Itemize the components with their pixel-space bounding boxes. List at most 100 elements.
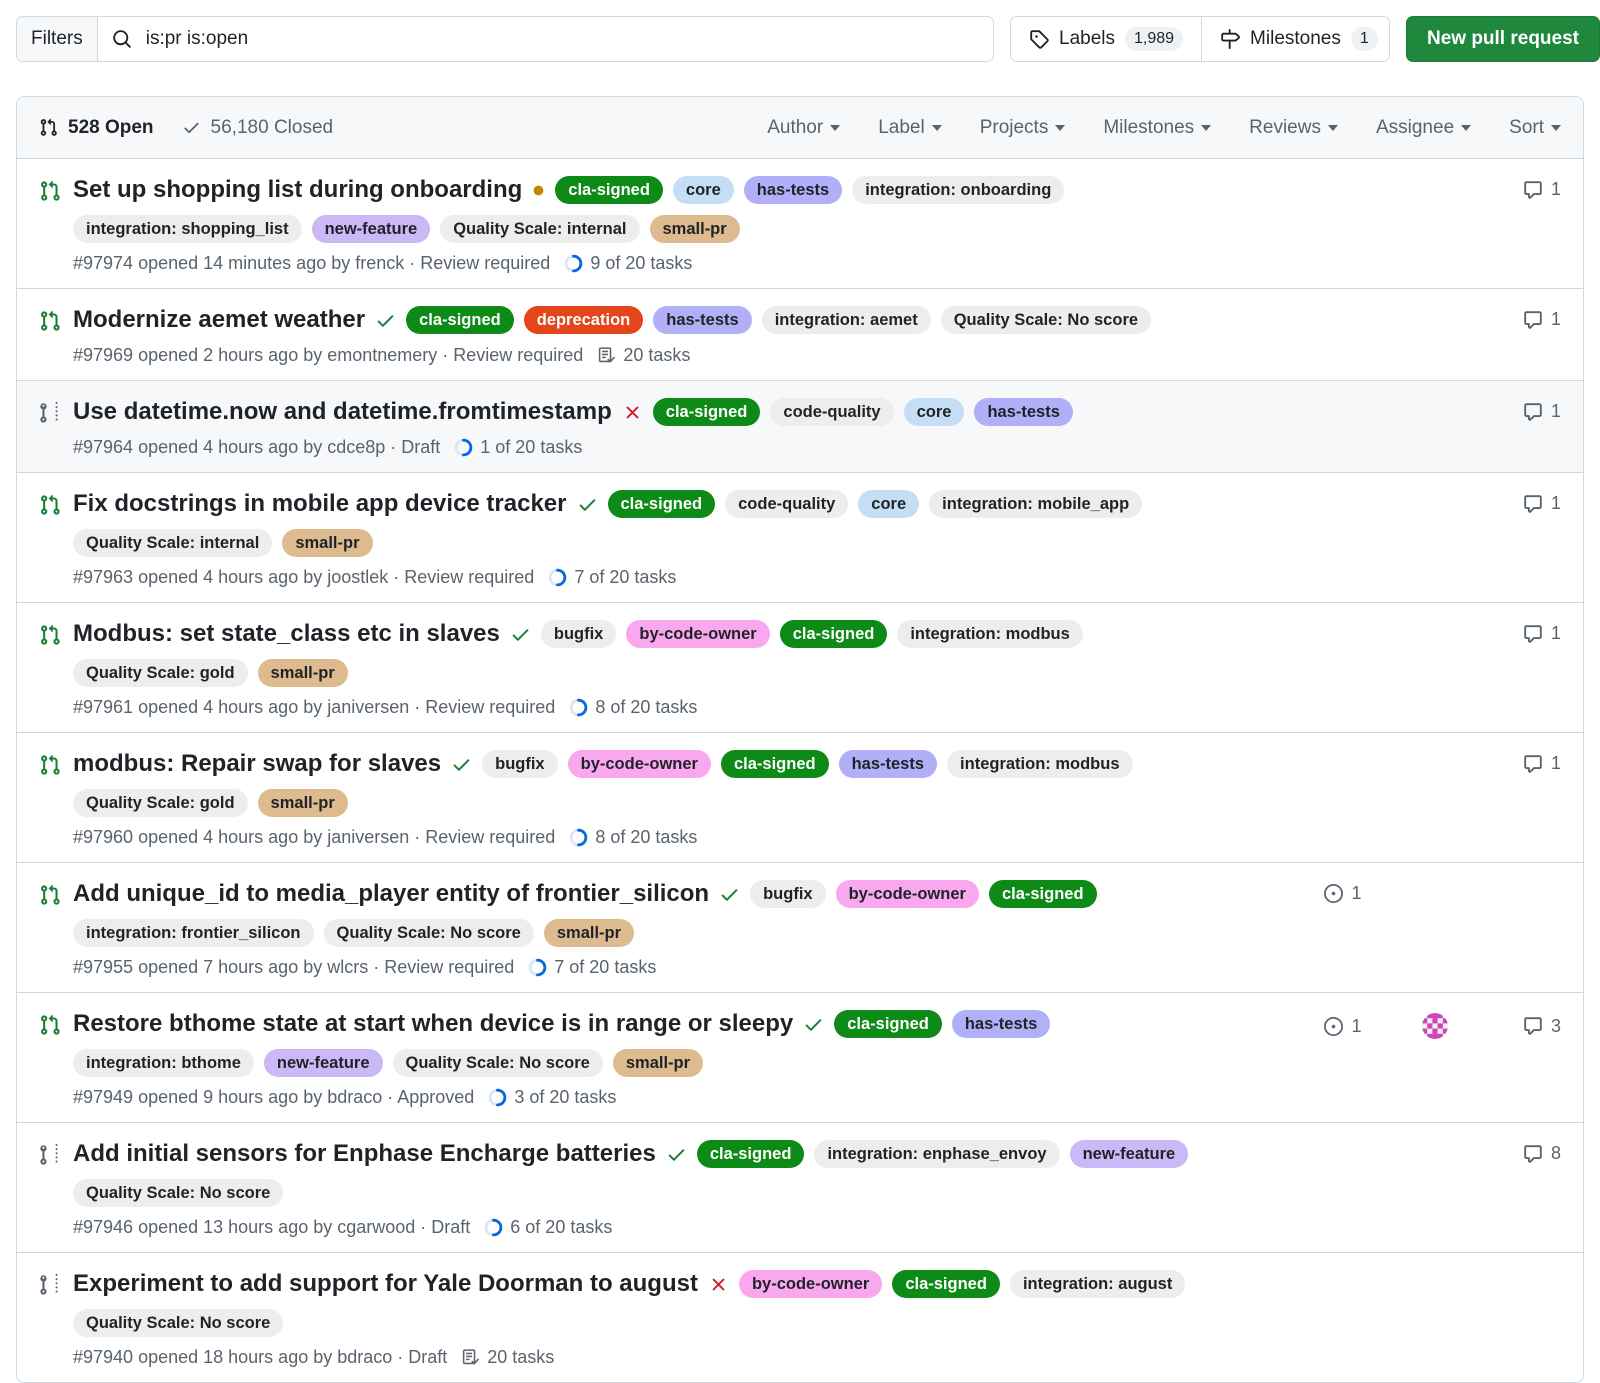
label-tag[interactable]: small-pr <box>543 919 635 947</box>
label-tag[interactable]: integration: onboarding <box>852 176 1065 204</box>
label-tag[interactable]: integration: frontier_silicon <box>73 919 314 947</box>
pull-request-row[interactable]: Set up shopping list during onboarding cl… <box>17 159 1583 289</box>
label-tag[interactable]: cla-signed <box>988 880 1097 908</box>
pull-request-title[interactable]: Fix docstrings in mobile app device trac… <box>73 489 567 519</box>
label-tag[interactable]: small-pr <box>257 789 348 817</box>
label-tag[interactable]: cla-signed <box>406 306 514 334</box>
pull-request-row[interactable]: Restore bthome state at start when devic… <box>17 993 1583 1123</box>
label-tag[interactable]: small-pr <box>612 1049 704 1077</box>
pull-request-title[interactable]: Modbus: set state_class etc in slaves <box>73 619 500 649</box>
label-tag[interactable]: small-pr <box>257 659 348 687</box>
pull-request-title[interactable]: Set up shopping list during onboarding <box>73 175 522 205</box>
comments-indicator[interactable]: 3 <box>1481 1016 1561 1037</box>
filters-button[interactable]: Filters <box>17 17 98 61</box>
open-state-filter[interactable]: 528 Open <box>39 117 154 139</box>
label-tag[interactable]: integration: modbus <box>897 620 1083 648</box>
comments-indicator[interactable]: 1 <box>1481 179 1561 200</box>
label-tag[interactable]: Quality Scale: gold <box>73 659 248 687</box>
pull-request-row[interactable]: Use datetime.now and datetime.fromtimest… <box>17 381 1583 473</box>
label-tag[interactable]: integration: mobile_app <box>929 490 1143 518</box>
label-tag[interactable]: by-code-owner <box>567 750 711 778</box>
pull-request-title[interactable]: Add unique_id to media_player entity of … <box>73 879 709 909</box>
label-tag[interactable]: integration: aemet <box>761 306 931 334</box>
label-tag[interactable]: integration: enphase_envoy <box>814 1140 1060 1168</box>
label-tag[interactable]: Quality Scale: internal <box>73 529 273 557</box>
label-tag[interactable]: bugfix <box>482 750 558 778</box>
author-dropdown[interactable]: Author <box>767 117 841 139</box>
label-tag[interactable]: Quality Scale: gold <box>73 789 248 817</box>
comments-indicator[interactable]: 1 <box>1481 309 1561 330</box>
label-tag[interactable]: has-tests <box>743 176 843 204</box>
label-tag[interactable]: cla-signed <box>555 176 663 204</box>
label-tag[interactable]: deprecation <box>523 306 644 334</box>
label-tag[interactable]: new-feature <box>311 215 431 243</box>
label-tag[interactable]: by-code-owner <box>626 620 770 648</box>
label-tag[interactable]: by-code-owner <box>835 880 979 908</box>
assignee-dropdown[interactable]: Assignee <box>1376 117 1472 139</box>
pull-request-title[interactable]: Modernize aemet weather <box>73 305 365 335</box>
pull-request-row[interactable]: Modernize aemet weather cla-signed depreca… <box>17 289 1583 381</box>
comments-indicator[interactable]: 1 <box>1481 753 1561 774</box>
sort-dropdown[interactable]: Sort <box>1509 117 1561 139</box>
label-tag[interactable]: has-tests <box>838 750 938 778</box>
label-tag[interactable]: small-pr <box>649 215 740 243</box>
avatar[interactable] <box>1422 1013 1448 1039</box>
label-tag[interactable]: code-quality <box>725 490 849 518</box>
pull-request-title[interactable]: Restore bthome state at start when devic… <box>73 1009 793 1039</box>
label-tag[interactable]: integration: bthome <box>73 1049 254 1077</box>
label-tag[interactable]: has-tests <box>653 306 752 334</box>
search-input[interactable] <box>143 27 979 51</box>
label-tag[interactable]: cla-signed <box>834 1010 942 1038</box>
label-tag[interactable]: small-pr <box>282 529 373 557</box>
comments-indicator[interactable]: 8 <box>1481 1143 1561 1164</box>
pull-request-row[interactable]: Add unique_id to media_player entity of … <box>17 863 1583 993</box>
reviews-dropdown[interactable]: Reviews <box>1249 117 1338 139</box>
label-tag[interactable]: new-feature <box>263 1049 383 1077</box>
pull-request-title[interactable]: Add initial sensors for Enphase Encharge… <box>73 1139 656 1169</box>
label-tag[interactable]: Quality Scale: internal <box>440 215 640 243</box>
new-pull-request-button[interactable]: New pull request <box>1405 16 1600 62</box>
label-tag[interactable]: has-tests <box>951 1010 1051 1038</box>
pull-request-row[interactable]: Fix docstrings in mobile app device trac… <box>17 473 1583 603</box>
label-tag[interactable]: Quality Scale: No score <box>323 919 534 947</box>
label-tag[interactable]: core <box>858 490 920 518</box>
pull-request-row[interactable]: Experiment to add support for Yale Doorm… <box>17 1253 1583 1382</box>
projects-dropdown[interactable]: Projects <box>980 117 1066 139</box>
pull-request-title[interactable]: Experiment to add support for Yale Doorm… <box>73 1269 698 1299</box>
label-tag[interactable]: integration: august <box>1009 1270 1186 1298</box>
labels-button[interactable]: Labels 1,989 <box>1011 17 1202 61</box>
comments-indicator[interactable]: 1 <box>1481 493 1561 514</box>
label-tag[interactable]: cla-signed <box>696 1140 805 1168</box>
pull-request-row[interactable]: Add initial sensors for Enphase Encharge… <box>17 1123 1583 1253</box>
linked-issues-indicator[interactable]: 1 <box>1297 1016 1389 1037</box>
label-tag[interactable]: core <box>672 176 734 204</box>
label-tag[interactable]: code-quality <box>770 398 894 426</box>
label-tag[interactable]: bugfix <box>750 880 826 908</box>
pull-request-row[interactable]: modbus: Repair swap for slaves bugfix by-c… <box>17 733 1583 863</box>
label-tag[interactable]: cla-signed <box>607 490 716 518</box>
pull-request-row[interactable]: Modbus: set state_class etc in slaves bug… <box>17 603 1583 733</box>
label-tag[interactable]: integration: shopping_list <box>73 215 302 243</box>
comments-indicator[interactable]: 1 <box>1481 623 1561 644</box>
label-tag[interactable]: cla-signed <box>779 620 888 648</box>
label-tag[interactable]: cla-signed <box>652 398 761 426</box>
label-tag[interactable]: bugfix <box>540 620 617 648</box>
label-tag[interactable]: integration: modbus <box>947 750 1133 778</box>
pull-request-title[interactable]: modbus: Repair swap for slaves <box>73 749 441 779</box>
milestones-button[interactable]: Milestones 1 <box>1201 17 1389 61</box>
label-tag[interactable]: Quality Scale: No score <box>392 1049 603 1077</box>
label-tag[interactable]: new-feature <box>1069 1140 1189 1168</box>
closed-state-filter[interactable]: 56,180 Closed <box>182 117 333 139</box>
assignee-avatar-slot[interactable] <box>1389 1013 1481 1039</box>
label-dropdown[interactable]: Label <box>878 117 942 139</box>
label-tag[interactable]: cla-signed <box>892 1270 1000 1298</box>
label-tag[interactable]: has-tests <box>974 398 1073 426</box>
label-tag[interactable]: core <box>903 398 965 426</box>
label-tag[interactable]: by-code-owner <box>738 1270 883 1298</box>
milestones-dropdown[interactable]: Milestones <box>1103 117 1212 139</box>
label-tag[interactable]: Quality Scale: No score <box>73 1179 284 1207</box>
linked-issues-indicator[interactable]: 1 <box>1297 883 1389 904</box>
comments-indicator[interactable]: 1 <box>1481 401 1561 422</box>
label-tag[interactable]: cla-signed <box>720 750 829 778</box>
label-tag[interactable]: Quality Scale: No score <box>940 306 1152 334</box>
